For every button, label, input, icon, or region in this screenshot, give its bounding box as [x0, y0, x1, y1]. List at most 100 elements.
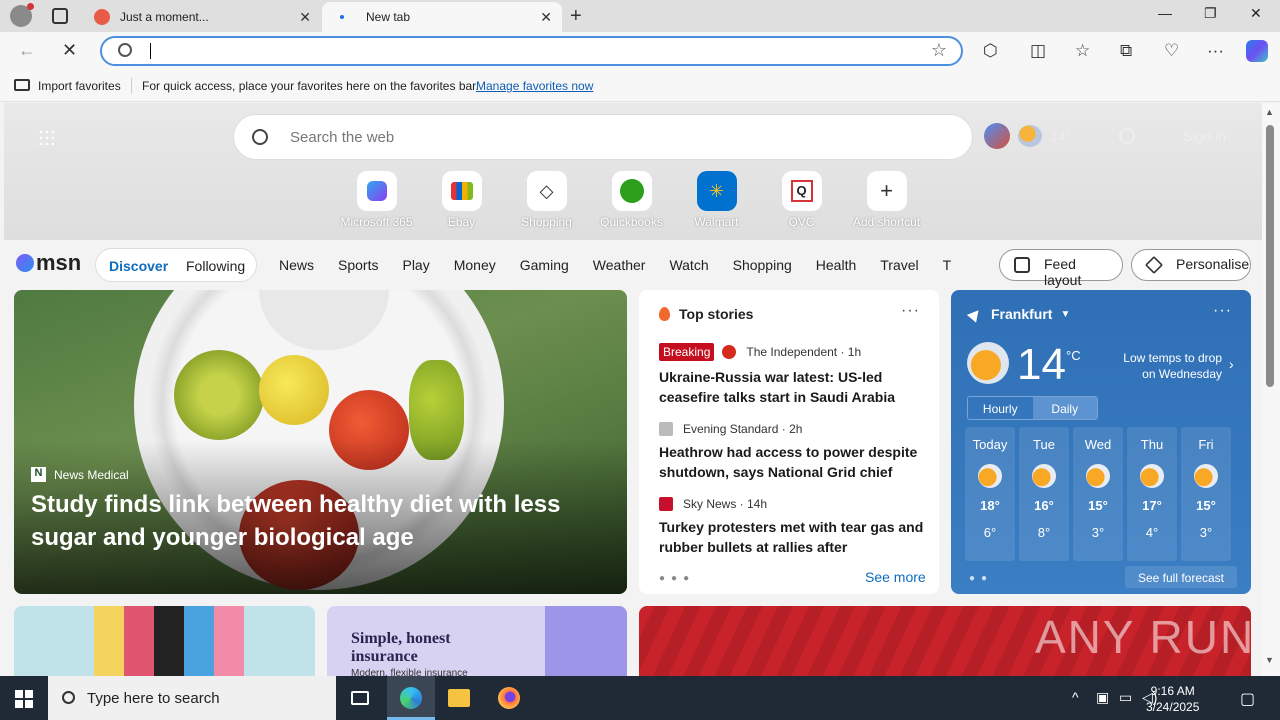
tab-hourly[interactable]: Hourly [968, 397, 1033, 419]
category-watch[interactable]: Watch [669, 257, 708, 273]
category-sports[interactable]: Sports [338, 257, 378, 273]
shortcut-ebay[interactable]: Ebay [419, 171, 504, 229]
story-title[interactable]: Heathrow had access to power despite shu… [659, 442, 924, 482]
story-title[interactable]: Ukraine-Russia war latest: US-led ceasef… [659, 367, 924, 407]
tab-actions-icon[interactable] [52, 8, 68, 24]
category-traffic[interactable]: Tra [943, 257, 951, 273]
forecast-day[interactable]: Thu 17° 4° [1127, 427, 1177, 561]
shortcut-quickbooks[interactable]: Quickbooks [589, 171, 674, 229]
taskbar-edge[interactable] [387, 676, 435, 720]
stop-loading-icon[interactable]: ✕ [62, 40, 77, 61]
category-news[interactable]: News [279, 257, 314, 273]
forecast-day[interactable]: Today 18° 6° [965, 427, 1015, 561]
collections-icon[interactable]: ⧉ [1120, 41, 1132, 61]
settings-gear-icon[interactable] [1119, 128, 1136, 144]
import-favorites-button[interactable]: Import favorites [38, 79, 121, 93]
web-search-box[interactable]: Search the web [233, 114, 973, 160]
tab-new-tab[interactable]: New tab ✕ [322, 2, 562, 32]
scroll-down-icon[interactable]: ▼ [1265, 655, 1274, 665]
scroll-up-icon[interactable]: ▲ [1265, 107, 1274, 117]
close-window-icon[interactable]: ✕ [1250, 5, 1262, 22]
news-card-thumbnail[interactable] [14, 606, 315, 676]
category-travel[interactable]: Travel [880, 257, 918, 273]
more-options-icon[interactable]: ··· [901, 302, 920, 320]
category-weather[interactable]: Weather [593, 257, 646, 273]
shortcut-microsoft-365[interactable]: Microsoft 365 [334, 171, 419, 229]
back-icon[interactable]: ← [18, 40, 36, 61]
rewards-icon[interactable] [984, 123, 1010, 149]
tab-discover[interactable]: Discover [109, 258, 168, 274]
app-launcher-icon[interactable] [38, 129, 54, 145]
story-item[interactable]: Breaking The Independent · 1h Ukraine-Ru… [659, 343, 924, 407]
windows-start-icon[interactable] [15, 690, 33, 708]
feature-card[interactable]: N News Medical Study finds link between … [14, 290, 627, 594]
sliders-icon [1014, 257, 1030, 273]
personalise-button[interactable]: Personalise [1131, 249, 1251, 281]
tab-daily[interactable]: Daily [1032, 397, 1097, 419]
sign-in-button[interactable]: Sign in [1183, 128, 1226, 144]
taskbar-file-explorer[interactable] [435, 676, 483, 720]
close-tab-icon[interactable]: ✕ [299, 9, 311, 26]
restore-icon[interactable]: ❐ [1204, 5, 1217, 22]
minimize-icon[interactable]: — [1158, 5, 1172, 21]
category-shopping[interactable]: Shopping [733, 257, 792, 273]
feature-headline[interactable]: Study finds link between healthy diet wi… [31, 488, 621, 554]
shortcut-walmart[interactable]: ✳ Walmart [674, 171, 759, 229]
story-item[interactable]: Sky News · 14h Turkey protesters met wit… [659, 497, 924, 557]
forecast-day[interactable]: Tue 16° 8° [1019, 427, 1069, 561]
carousel-pager[interactable]: ●●● [659, 573, 695, 584]
notifications-icon[interactable]: ▢ [1240, 689, 1255, 709]
close-tab-icon[interactable]: ✕ [540, 9, 552, 26]
manage-favorites-link[interactable]: Manage favorites now [476, 79, 593, 93]
see-more-link[interactable]: See more [865, 569, 926, 585]
page-scrollbar[interactable]: ▲ ▼ [1262, 103, 1280, 676]
weather-location[interactable]: Frankfurt ▼ [966, 305, 1070, 323]
shortcut-qvc[interactable]: Q QVC [759, 171, 844, 229]
shortcut-label: Quickbooks [600, 215, 663, 229]
msn-logo[interactable]: msn [16, 250, 81, 276]
copilot-icon[interactable] [1246, 40, 1268, 62]
carousel-pager[interactable]: ●● [969, 573, 993, 584]
more-menu-icon[interactable]: ··· [1207, 41, 1224, 61]
see-full-forecast-button[interactable]: See full forecast [1125, 566, 1237, 588]
msn-butterfly-icon [16, 254, 34, 272]
more-options-icon[interactable]: ··· [1213, 302, 1232, 320]
device-icon[interactable]: ▣ [1096, 689, 1109, 706]
address-bar[interactable]: ☆ [100, 36, 963, 66]
current-temp: 14 [1017, 340, 1066, 389]
forecast-day[interactable]: Wed 15° 3° [1073, 427, 1123, 561]
browser-essentials-icon[interactable]: ♡ [1164, 41, 1179, 61]
weather-alert[interactable]: Low temps to drop on Wednesday [1117, 350, 1222, 382]
favorites-icon[interactable]: ☆ [1075, 41, 1090, 61]
category-money[interactable]: Money [454, 257, 496, 273]
temp-unit[interactable]: °C [1066, 348, 1081, 363]
story-title[interactable]: Turkey protesters met with tear gas and … [659, 517, 924, 557]
show-hidden-icons-icon[interactable]: ^ [1072, 689, 1079, 705]
extensions-icon[interactable]: ⬡ [983, 41, 998, 61]
category-health[interactable]: Health [816, 257, 856, 273]
chevron-right-icon[interactable]: › [1229, 356, 1234, 372]
feed-layout-button[interactable]: Feed layout [999, 249, 1123, 288]
category-gaming[interactable]: Gaming [520, 257, 569, 273]
taskbar-firefox[interactable] [485, 676, 533, 720]
split-screen-icon[interactable]: ◫ [1030, 41, 1046, 61]
add-shortcut[interactable]: + Add shortcut [844, 171, 929, 229]
day-high: 17° [1142, 498, 1162, 513]
tab-just-a-moment[interactable]: Just a moment... ✕ [84, 2, 321, 32]
system-clock[interactable]: 9:16 AM 3/24/2025 [1146, 683, 1199, 715]
weather-temp-short[interactable]: 14° [1050, 128, 1071, 144]
shortcut-shopping[interactable]: ◇ Shopping [504, 171, 589, 229]
story-item[interactable]: Evening Standard · 2h Heathrow had acces… [659, 422, 924, 482]
category-play[interactable]: Play [402, 257, 429, 273]
tab-following[interactable]: Following [186, 258, 245, 274]
ad-card[interactable]: Simple, honest insurance Modern, flexibl… [327, 606, 627, 676]
favorite-star-icon[interactable]: ☆ [931, 40, 947, 61]
profile-avatar-icon[interactable] [10, 3, 34, 27]
forecast-day[interactable]: Fri 15° 3° [1181, 427, 1231, 561]
scroll-thumb[interactable] [1266, 125, 1274, 387]
taskbar-search[interactable]: Type here to search [48, 676, 336, 720]
network-icon[interactable]: ▭ [1119, 689, 1132, 706]
task-view-button[interactable] [336, 676, 384, 720]
new-tab-plus-icon[interactable]: + [570, 5, 582, 28]
weather-partly-sunny-icon[interactable] [1018, 125, 1042, 147]
